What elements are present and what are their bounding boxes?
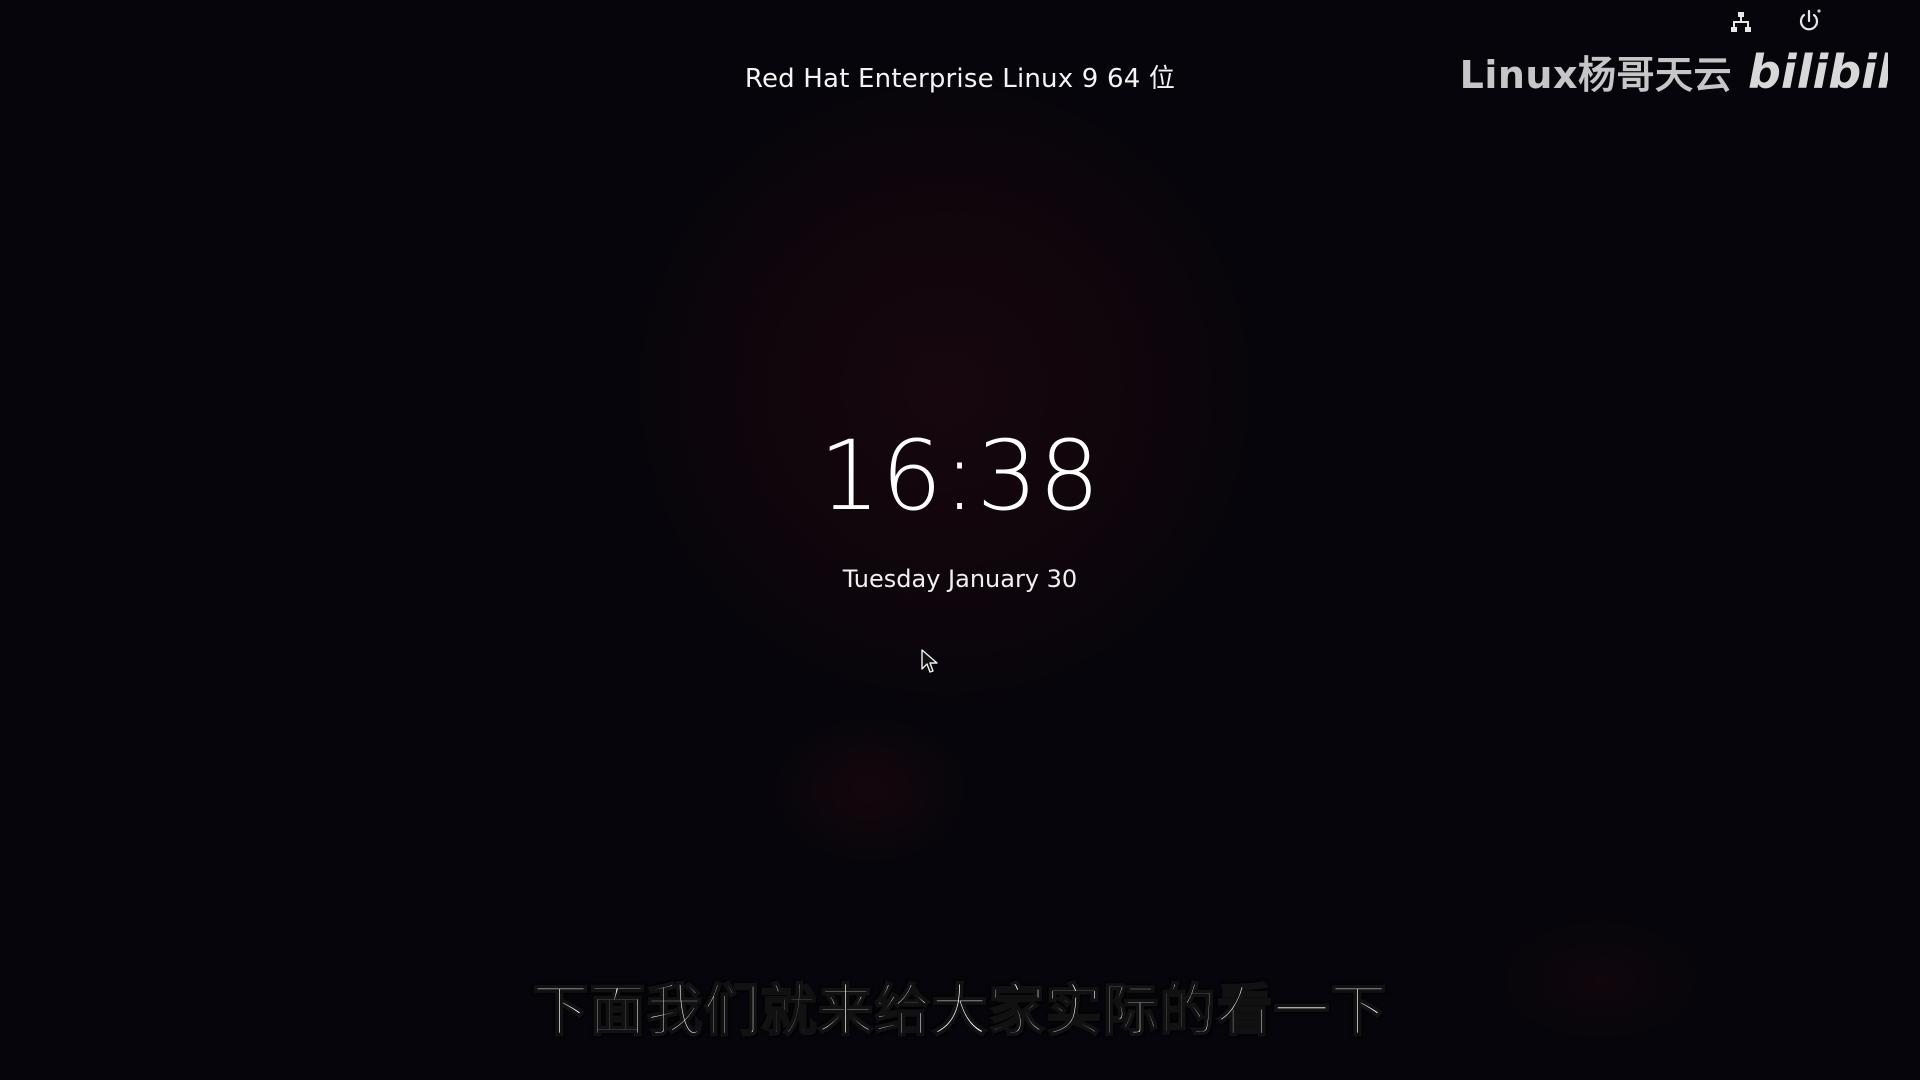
channel-name: Linux杨哥天云 [1459,52,1732,97]
clock-time: 16:38 [819,420,1101,532]
video-subtitle: 下面我们就来给大家实际的看一下 [532,978,1388,1045]
system-status-area[interactable] [1728,8,1822,34]
power-icon[interactable] [1796,8,1822,34]
lock-screen[interactable]: Red Hat Enterprise Linux 9 64 位 Linux杨哥天… [0,0,1920,1080]
clock-date: Tuesday January 30 [842,565,1078,593]
video-watermark: Linux杨哥天云 bilibili [1460,36,1888,106]
network-icon[interactable] [1728,8,1754,34]
svg-text:bilibili: bilibili [1748,45,1888,99]
bilibili-logo-icon: bilibili [1748,45,1888,99]
mouse-pointer-icon [921,649,938,673]
